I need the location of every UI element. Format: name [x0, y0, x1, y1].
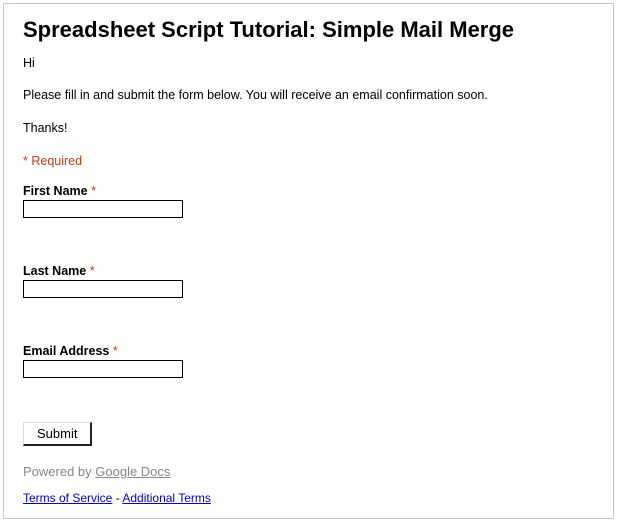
powered-by: Powered by Google Docs [23, 464, 594, 479]
instructions-text: Please fill in and submit the form below… [23, 87, 594, 103]
form-title: Spreadsheet Script Tutorial: Simple Mail… [23, 17, 594, 43]
email-input[interactable] [23, 360, 183, 378]
email-label: Email Address * [23, 344, 183, 361]
additional-terms-link[interactable]: Additional Terms [122, 491, 211, 505]
email-label-text: Email Address [23, 344, 109, 358]
footer-links: Terms of Service - Additional Terms [23, 491, 594, 505]
first-name-asterisk: * [91, 184, 96, 198]
google-docs-link[interactable]: Google Docs [95, 464, 170, 479]
thanks-text: Thanks! [23, 120, 594, 136]
powered-by-prefix: Powered by [23, 464, 95, 479]
last-name-field-group: Last Name * [23, 262, 594, 298]
last-name-label: Last Name * [23, 264, 183, 281]
email-asterisk: * [113, 344, 118, 358]
first-name-input[interactable] [23, 200, 183, 218]
required-note: * Required [23, 154, 594, 168]
form-container: Spreadsheet Script Tutorial: Simple Mail… [3, 3, 614, 519]
last-name-asterisk: * [90, 264, 95, 278]
greeting-text: Hi [23, 55, 594, 71]
email-field-group: Email Address * [23, 342, 594, 378]
first-name-field-group: First Name * [23, 182, 594, 218]
submit-button[interactable]: Submit [23, 422, 92, 446]
first-name-label: First Name * [23, 184, 183, 201]
last-name-label-text: Last Name [23, 264, 86, 278]
last-name-input[interactable] [23, 280, 183, 298]
footer-separator: - [112, 491, 122, 505]
first-name-label-text: First Name [23, 184, 88, 198]
terms-of-service-link[interactable]: Terms of Service [23, 491, 112, 505]
